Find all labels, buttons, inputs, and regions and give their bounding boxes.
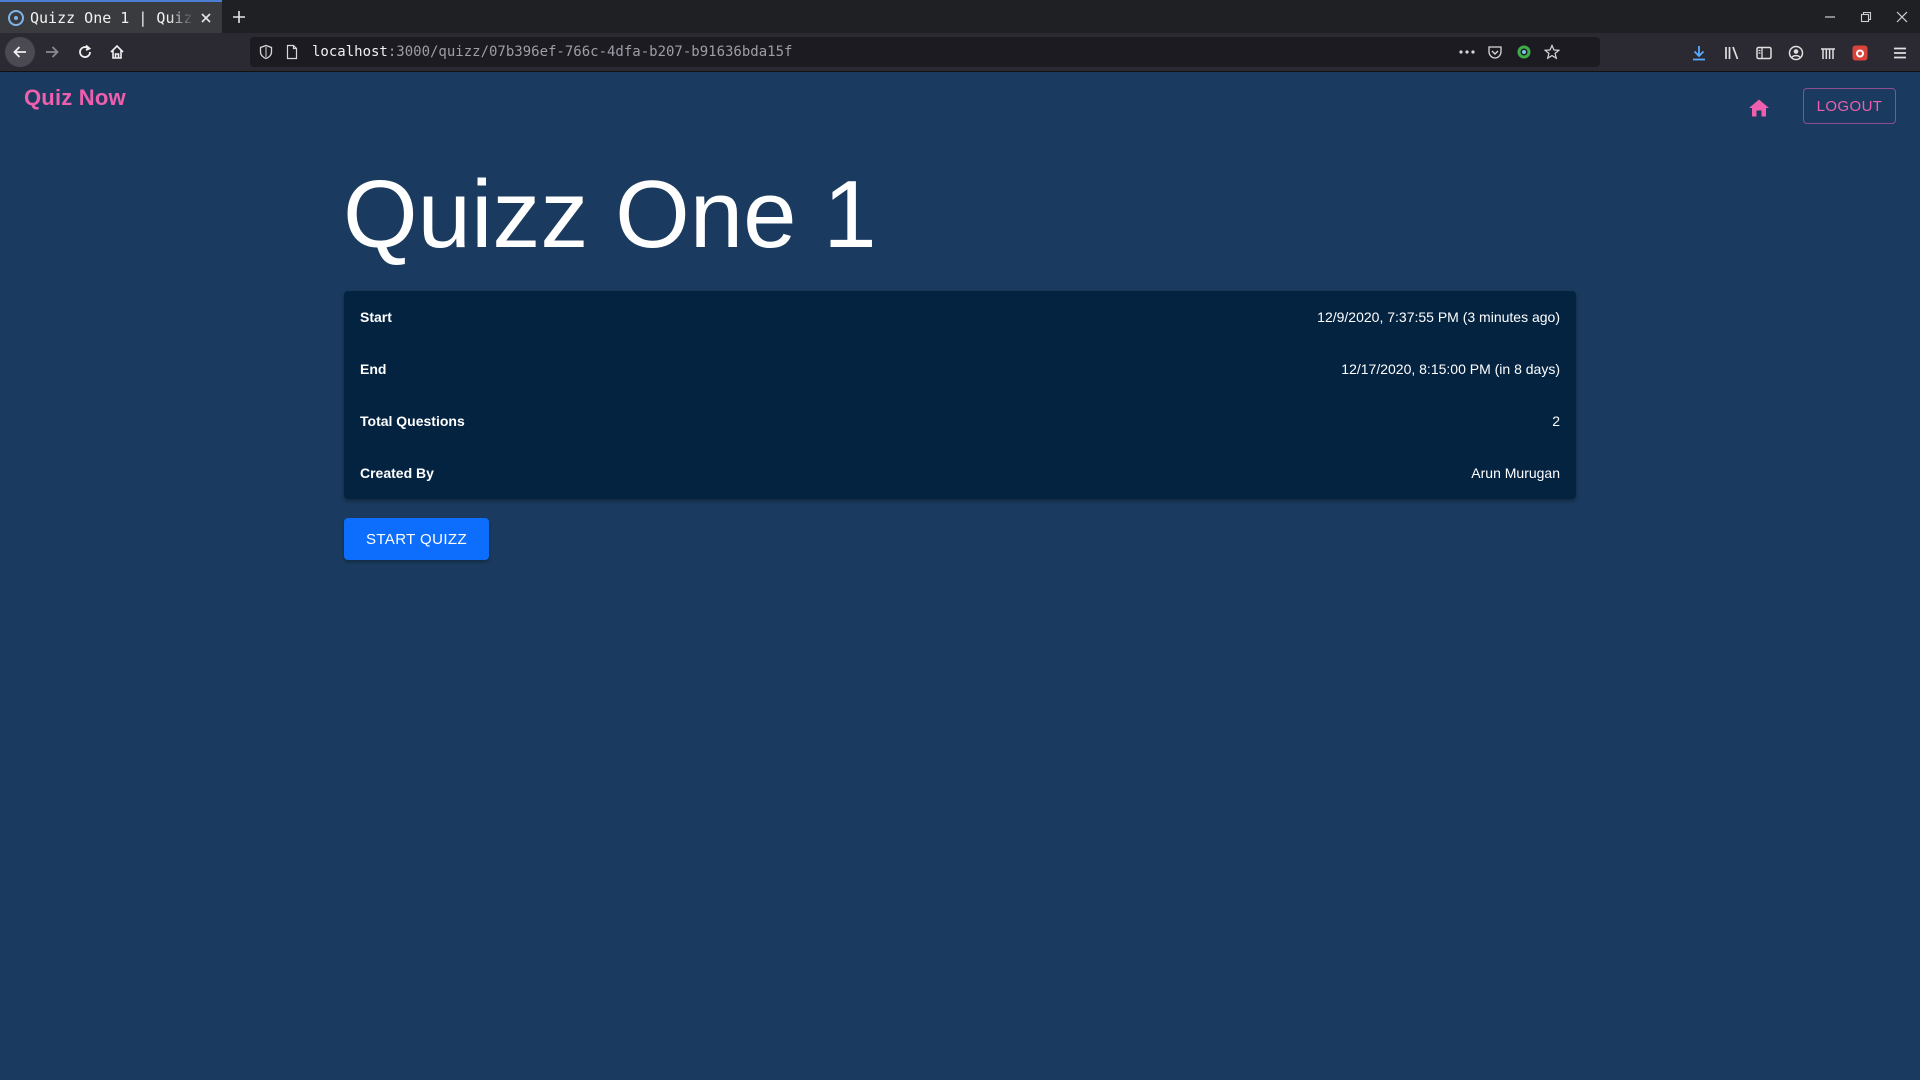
page-icon[interactable] [284,44,300,60]
extension-circle-icon[interactable] [1516,44,1532,60]
url-bar[interactable]: localhost:3000/quizz/07b396ef-766c-4dfa-… [250,37,1600,67]
quiz-title: Quizz One 1 [343,161,877,268]
restore-icon [1860,11,1872,22]
new-tab-button[interactable] [222,0,256,33]
detail-label: Created By [360,465,434,481]
detail-row-total-questions: Total Questions 2 [344,395,1576,447]
reload-button[interactable] [70,37,100,67]
detail-label: Start [360,309,392,325]
tab-strip-spacer [256,0,1812,33]
minimize-window-button[interactable] [1812,0,1848,33]
reload-icon [79,44,92,58]
extension-bars-icon[interactable] [1819,44,1837,62]
bookmark-star-icon[interactable] [1543,44,1561,60]
browser-nav-bar: localhost:3000/quizz/07b396ef-766c-4dfa-… [0,33,1920,72]
detail-value: 12/17/2020, 8:15:00 PM (in 8 days) [1341,361,1560,377]
arrow-right-icon [46,46,59,58]
minimize-icon [1825,15,1835,18]
close-icon [1896,11,1908,22]
home-page-button[interactable] [102,37,132,67]
detail-value: Arun Murugan [1471,465,1560,481]
library-icon[interactable] [1723,44,1741,62]
download-icon[interactable] [1690,44,1708,62]
url-text: localhost:3000/quizz/07b396ef-766c-4dfa-… [312,44,792,60]
account-icon[interactable] [1787,44,1805,62]
detail-value: 2 [1552,413,1560,429]
back-button[interactable] [5,37,35,67]
hamburger-menu-icon[interactable] [1891,44,1909,62]
extension-red-icon[interactable] [1851,44,1869,62]
restore-window-button[interactable] [1848,0,1884,33]
home-button[interactable] [1744,93,1774,123]
tab-title: Quizz One 1 | Quizz Now [30,8,194,27]
shield-icon[interactable] [258,44,274,60]
home-outline-icon [110,44,124,59]
close-tab-icon[interactable] [198,10,214,26]
detail-label: End [360,361,387,377]
close-window-button[interactable] [1884,0,1920,33]
browser-tab-active[interactable]: Quizz One 1 | Quizz Now [0,0,222,33]
app-page: Quiz Now LOGOUT Quizz One 1 Start 12/9/2… [0,72,1920,1080]
arrow-left-icon [13,46,26,58]
url-host: localhost [312,44,388,60]
forward-button[interactable] [37,37,67,67]
pocket-icon[interactable] [1487,44,1503,60]
home-icon [1749,99,1769,117]
detail-value: 12/9/2020, 7:37:55 PM (3 minutes ago) [1317,309,1560,325]
react-icon [8,9,24,26]
plus-icon [233,10,245,23]
logout-button[interactable]: LOGOUT [1803,88,1896,124]
detail-row-created-by: Created By Arun Murugan [344,447,1576,499]
start-quiz-button[interactable]: START QUIZZ [344,518,489,560]
detail-row-end: End 12/17/2020, 8:15:00 PM (in 8 days) [344,343,1576,395]
detail-row-start: Start 12/9/2020, 7:37:55 PM (3 minutes a… [344,291,1576,343]
url-path: :3000/quizz/07b396ef-766c-4dfa-b207-b916… [387,44,793,60]
sidebar-icon[interactable] [1755,44,1773,62]
detail-label: Total Questions [360,413,465,429]
more-actions-icon[interactable] [1458,44,1475,60]
browser-tab-bar: Quizz One 1 | Quizz Now [0,0,1920,33]
quiz-details-card: Start 12/9/2020, 7:37:55 PM (3 minutes a… [344,291,1576,499]
brand-logo[interactable]: Quiz Now [24,85,126,111]
